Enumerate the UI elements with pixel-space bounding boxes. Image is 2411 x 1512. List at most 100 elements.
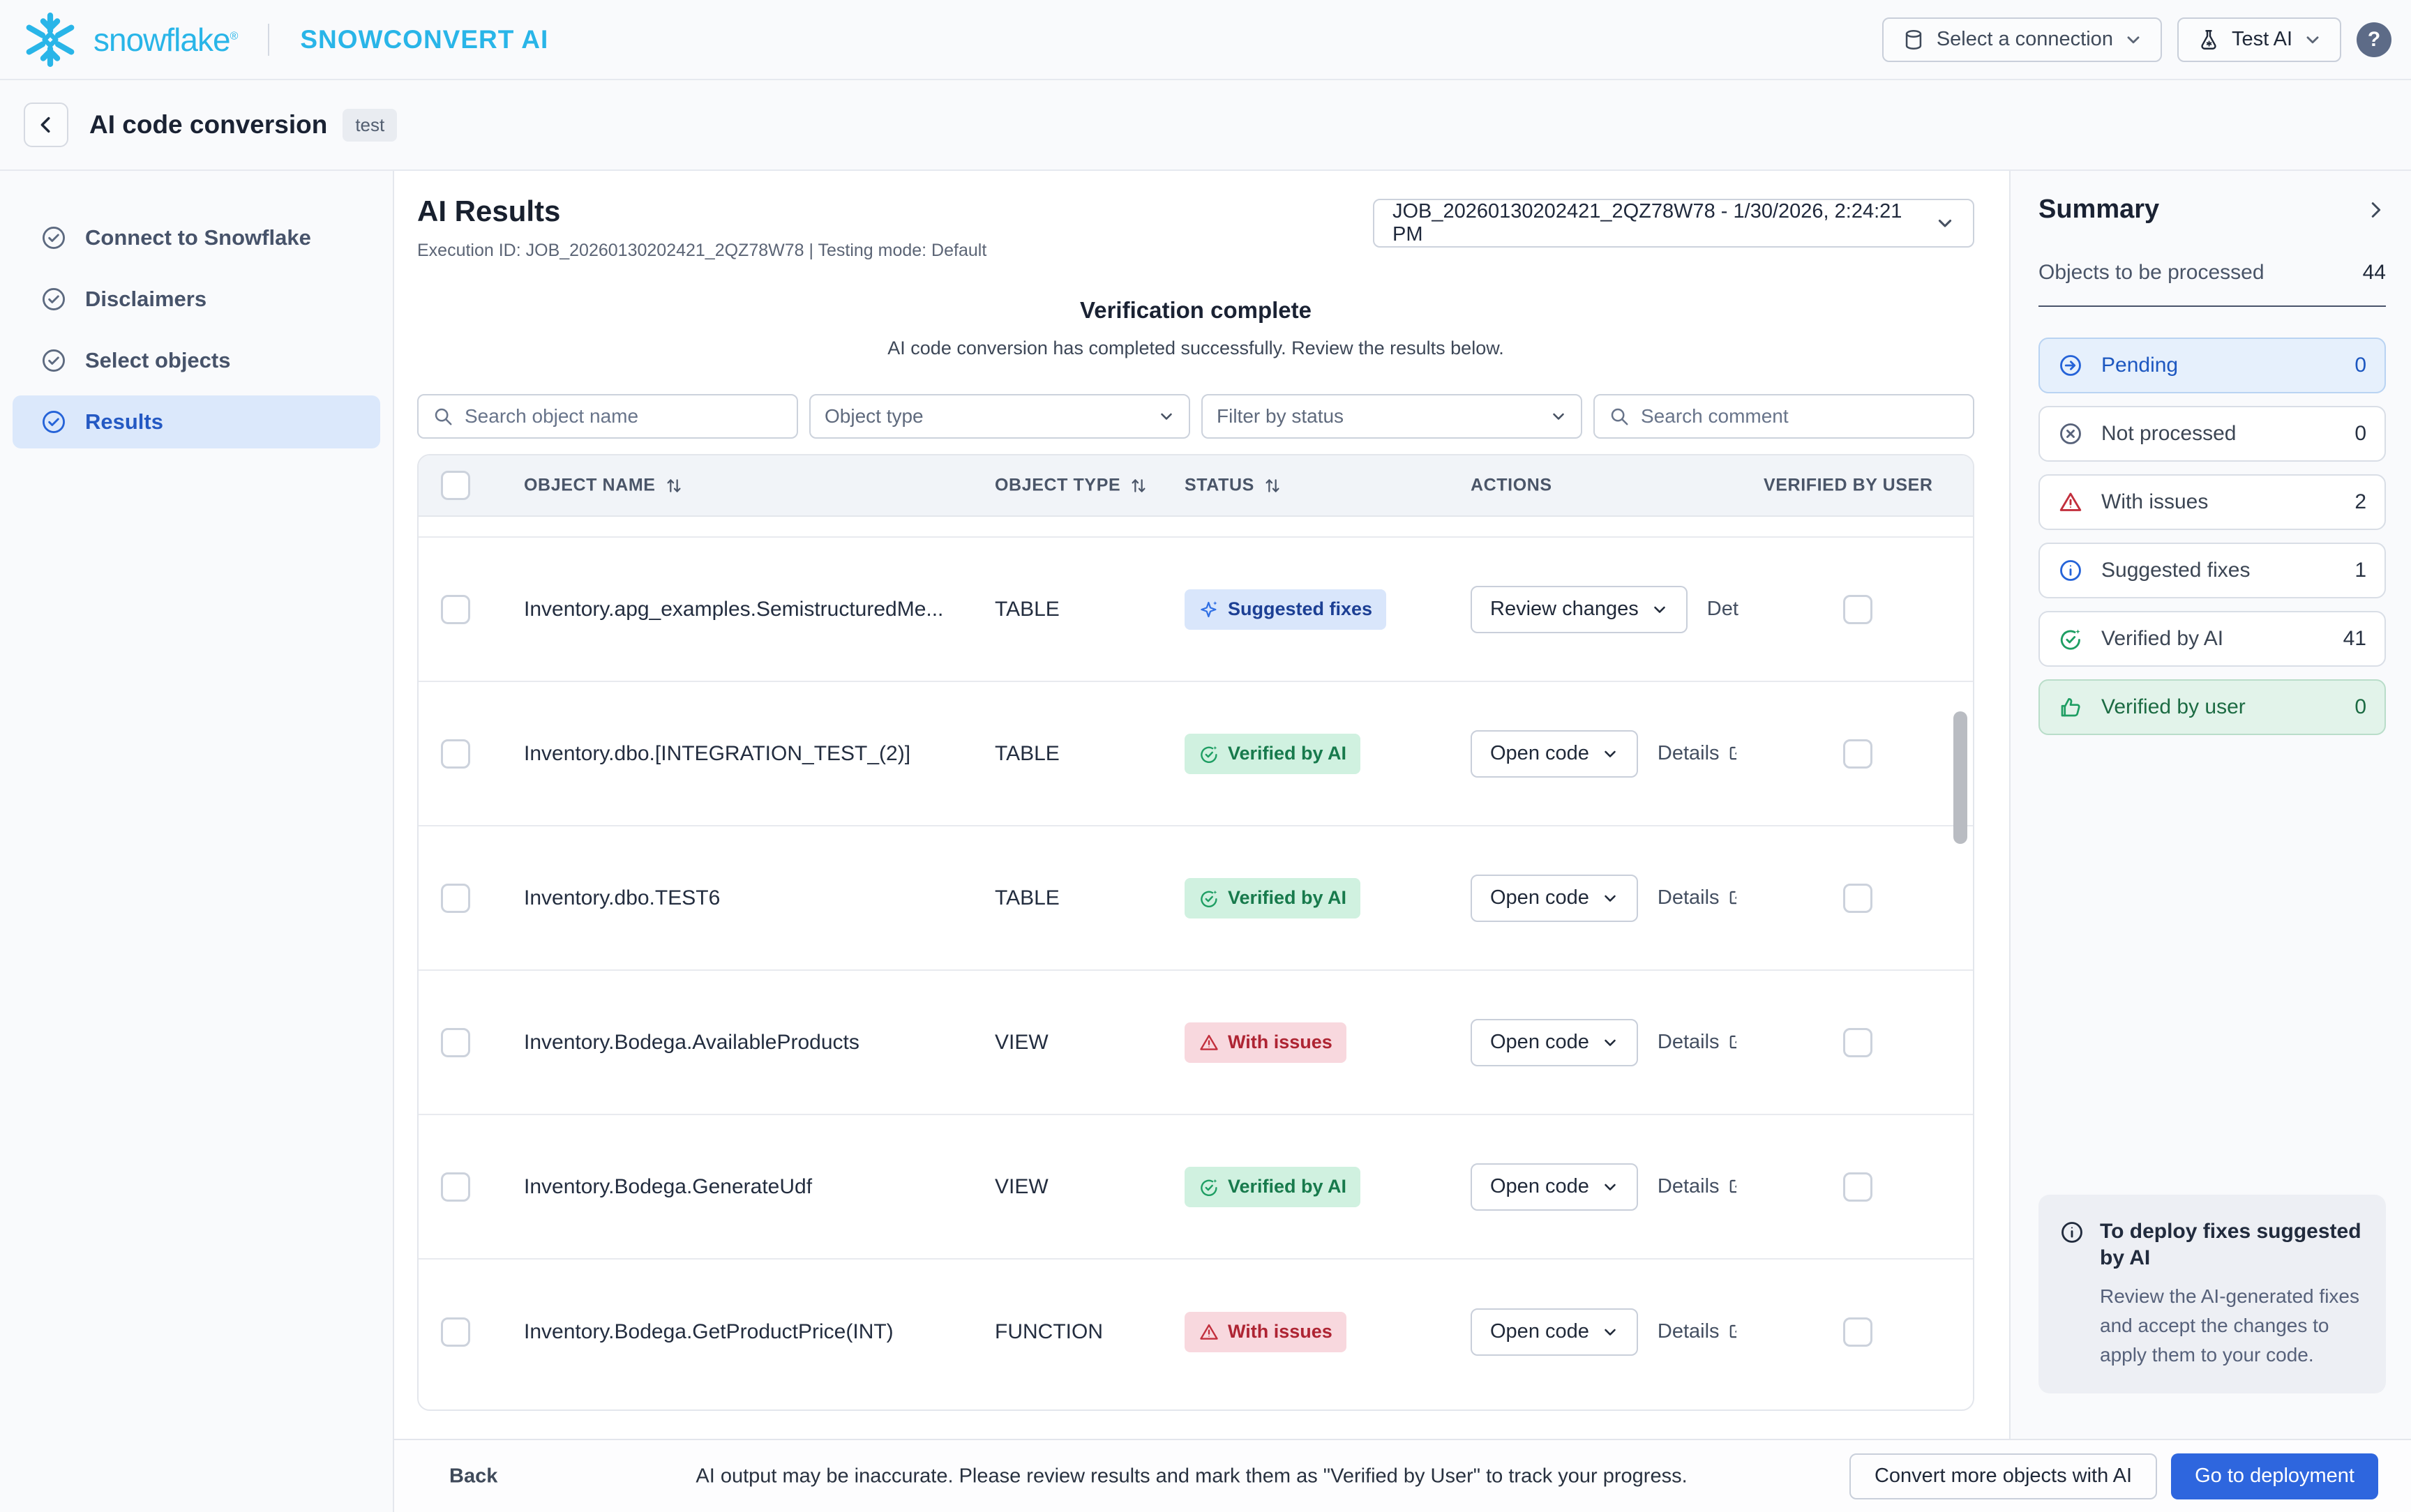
row-action-button[interactable]: Open code [1471,1308,1638,1356]
row-action-button[interactable]: Review changes [1471,586,1688,633]
sidebar-item[interactable]: Results [13,395,380,448]
check-circle-icon [40,409,67,435]
status-icon [1199,1032,1219,1053]
search-object-field[interactable] [417,394,798,439]
summary-card[interactable]: Suggested fixes 1 [2038,543,2386,598]
summary-card-label: Not processed [2101,422,2236,446]
row-actions: Open code Details [1471,730,1736,778]
registered-mark: ® [230,30,238,42]
verified-by-user-checkbox[interactable] [1843,595,1872,624]
chevron-left-icon [36,114,57,135]
go-to-deployment-button[interactable]: Go to deployment [2171,1453,2378,1499]
search-icon [1609,406,1630,427]
deploy-info-box: To deploy fixes suggested by AI Review t… [2038,1195,2386,1393]
summary-card-count: 0 [2354,695,2366,719]
table-row: Inventory.Bodega.AvailableProducts VIEW … [419,971,1973,1115]
objects-to-process: Objects to be processed 44 [2038,261,2386,285]
snowflake-logo-icon [20,9,81,70]
verified-by-user-checkbox[interactable] [1843,884,1872,913]
object-name: Inventory.Bodega.AvailableProducts [524,1031,859,1054]
status-filter-label: Filter by status [1217,405,1344,428]
details-link[interactable]: Det [1707,598,1738,621]
logo-wordmark: snowflake® [93,21,237,59]
summary-card[interactable]: With issues 2 [2038,474,2386,530]
status-badge: With issues [1185,1022,1346,1063]
row-checkbox[interactable] [441,884,470,913]
column-actions: ACTIONS [1471,476,1552,496]
column-status: STATUS [1185,476,1282,496]
sidebar-item[interactable]: Connect to Snowflake [13,211,380,264]
details-link[interactable]: Details [1658,742,1736,765]
object-type-label: Object type [825,405,924,428]
sidebar-item[interactable]: Select objects [13,334,380,387]
summary-card-count: 0 [2354,422,2366,446]
chevron-right-icon[interactable] [2365,199,2386,220]
sort-icon[interactable] [1263,476,1282,495]
sort-icon[interactable] [1129,476,1148,495]
details-link[interactable]: Details [1658,886,1736,909]
details-link[interactable]: Details [1658,1175,1736,1198]
row-action-button[interactable]: Open code [1471,875,1638,922]
convert-more-button[interactable]: Convert more objects with AI [1849,1453,2157,1499]
row-action-button[interactable]: Open code [1471,730,1638,778]
verification-subtitle: AI code conversion has completed success… [417,338,1974,359]
row-checkbox[interactable] [441,595,470,624]
table-scrollbar[interactable] [1953,711,1967,844]
chevron-down-icon [1935,213,1955,233]
sidebar-item-label: Disclaimers [85,287,206,312]
chevron-down-icon [1550,408,1567,425]
row-checkbox[interactable] [441,739,470,769]
sidebar-item[interactable]: Disclaimers [13,273,380,326]
select-connection-button[interactable]: Select a connection [1882,17,2162,62]
results-header: AI Results Execution ID: JOB_20260130202… [417,195,1974,261]
test-ai-button[interactable]: Test AI [2177,17,2341,62]
summary-card[interactable]: Verified by user 0 [2038,679,2386,735]
object-type: TABLE [995,598,1060,621]
back-button[interactable] [24,103,68,147]
external-link-icon [1727,743,1736,764]
status-badge: Verified by AI [1185,878,1360,918]
chevron-down-icon [1602,1034,1618,1051]
verified-by-user-checkbox[interactable] [1843,739,1872,769]
row-action-button[interactable]: Open code [1471,1163,1638,1211]
steps-sidebar: Connect to Snowflake Disclaimers Select … [0,171,394,1512]
summary-card-count: 2 [2354,490,2366,514]
sort-icon[interactable] [664,476,684,495]
job-selector[interactable]: JOB_20260130202421_2QZ78W78 - 1/30/2026,… [1373,199,1974,248]
topbar-actions: Select a connection Test AI ? [1882,17,2391,62]
objects-count: 44 [2363,261,2386,285]
column-object-type: OBJECT TYPE [995,476,1148,496]
verified-by-user-checkbox[interactable] [1843,1028,1872,1057]
summary-card-icon [2058,558,2083,583]
search-object-input[interactable] [463,405,783,428]
object-name: Inventory.Bodega.GenerateUdf [524,1175,812,1199]
details-link[interactable]: Details [1658,1031,1736,1054]
status-badge: Suggested fixes [1185,589,1386,630]
status-filter-dropdown[interactable]: Filter by status [1201,394,1582,439]
test-ai-label: Test AI [2232,28,2292,51]
back-link[interactable]: Back [449,1465,497,1488]
select-connection-label: Select a connection [1937,28,2113,51]
object-name: Inventory.dbo.[INTEGRATION_TEST_(2)] [524,742,910,766]
search-comment-field[interactable] [1593,394,1974,439]
verified-by-user-checkbox[interactable] [1843,1172,1872,1202]
row-checkbox[interactable] [441,1317,470,1347]
row-checkbox[interactable] [441,1172,470,1202]
summary-card-count: 0 [2354,354,2366,377]
select-all-checkbox[interactable] [441,471,470,500]
chevron-down-icon [2304,31,2322,49]
details-link[interactable]: Details [1658,1320,1736,1343]
summary-card[interactable]: Not processed 0 [2038,406,2386,462]
object-type-dropdown[interactable]: Object type [809,394,1190,439]
summary-card[interactable]: Verified by AI 41 [2038,611,2386,667]
row-actions: Open code Details [1471,1308,1736,1356]
verified-by-user-checkbox[interactable] [1843,1317,1872,1347]
question-mark-icon: ? [2368,28,2380,52]
summary-header: Summary [2038,195,2386,225]
help-button[interactable]: ? [2357,22,2391,57]
row-action-button[interactable]: Open code [1471,1019,1638,1066]
status-badge: Verified by AI [1185,734,1360,774]
row-checkbox[interactable] [441,1028,470,1057]
summary-card[interactable]: Pending 0 [2038,338,2386,393]
search-comment-input[interactable] [1639,405,1959,428]
